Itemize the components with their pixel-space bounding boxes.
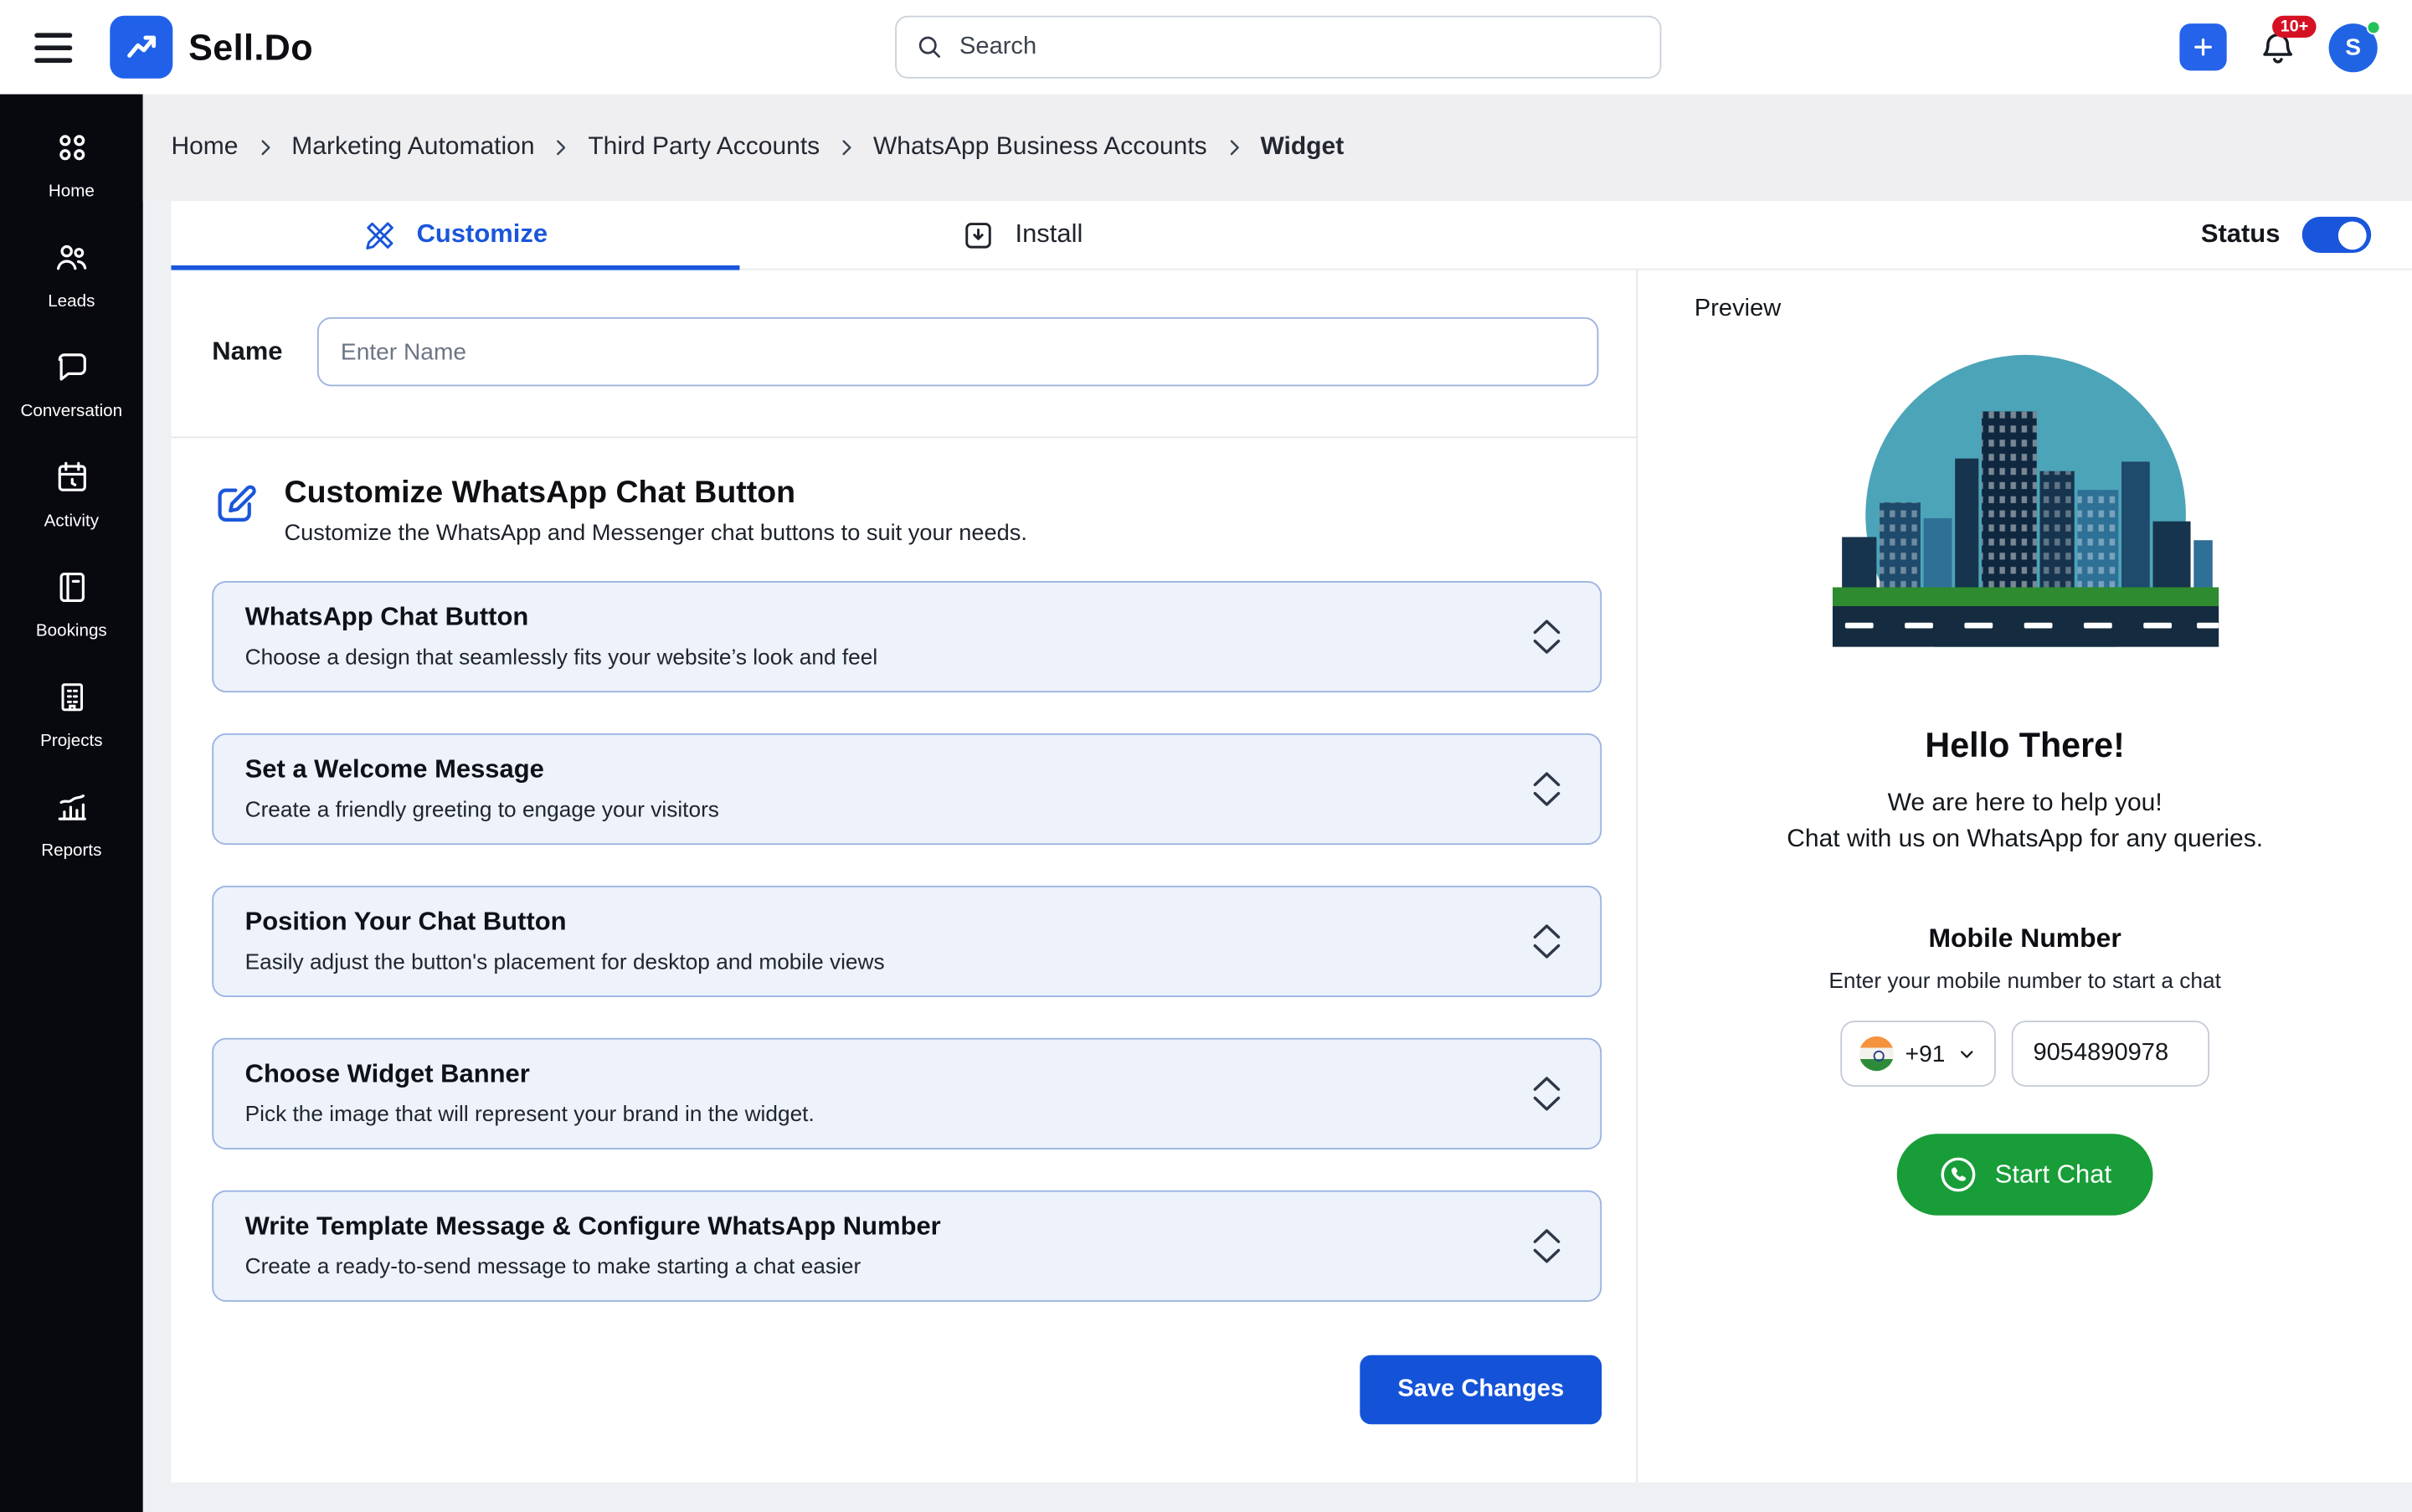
- accordion-expand-collapse-icon[interactable]: [1525, 1224, 1569, 1267]
- hamburger-menu-button[interactable]: [25, 23, 82, 71]
- sidebar-item-home[interactable]: Home: [0, 129, 143, 201]
- tab-bar: Customize Install Status: [171, 201, 2412, 270]
- phone-number-input[interactable]: 9054890978: [2011, 1021, 2209, 1088]
- breadcrumb-home[interactable]: Home: [171, 133, 238, 162]
- accordion-expand-collapse-icon[interactable]: [1525, 615, 1569, 657]
- accordion-template-message[interactable]: Write Template Message & Configure Whats…: [212, 1191, 1602, 1302]
- preview-label: Preview: [1638, 296, 2412, 324]
- accordion-expand-collapse-icon[interactable]: [1525, 919, 1569, 962]
- country-code-select[interactable]: +91: [1841, 1021, 1996, 1088]
- section-subtitle: Customize the WhatsApp and Messenger cha…: [284, 522, 1026, 547]
- search-input[interactable]: [956, 32, 1641, 64]
- conversation-icon: [53, 348, 90, 393]
- activity-icon: [53, 459, 90, 504]
- notification-badge: 10+: [2272, 15, 2316, 38]
- mobile-number-label: Mobile Number: [1638, 924, 2412, 956]
- chevron-right-icon: [836, 136, 857, 158]
- sidebar-item-conversation[interactable]: Conversation: [0, 348, 143, 420]
- chevron-down-icon: [1957, 1044, 1977, 1064]
- search-box: [895, 16, 1661, 79]
- preview-help-line2: Chat with us on WhatsApp for any queries…: [1638, 821, 2412, 857]
- breadcrumb-whatsapp-business-accounts[interactable]: WhatsApp Business Accounts: [873, 133, 1207, 162]
- status-label: Status: [2201, 220, 2281, 250]
- breadcrumb: Home Marketing Automation Third Party Ac…: [143, 95, 2412, 202]
- edit-pencil-icon: [212, 481, 259, 527]
- breadcrumb-third-party-accounts[interactable]: Third Party Accounts: [588, 133, 820, 162]
- online-status-dot: [2367, 19, 2381, 33]
- breadcrumb-widget: Widget: [1260, 133, 1344, 162]
- install-download-icon: [962, 218, 996, 252]
- name-label: Name: [212, 337, 282, 367]
- selldo-logo[interactable]: Sell.Do: [110, 16, 313, 79]
- chevron-right-icon: [550, 136, 572, 158]
- tab-customize[interactable]: Customize: [171, 201, 739, 269]
- start-chat-button[interactable]: Start Chat: [1897, 1134, 2152, 1216]
- sidebar-item-projects[interactable]: Projects: [0, 678, 143, 750]
- preview-panel: Preview: [1638, 270, 2412, 1483]
- save-changes-button[interactable]: Save Changes: [1360, 1355, 1602, 1425]
- country-code-value: +91: [1905, 1041, 1946, 1067]
- chevron-right-icon: [1222, 136, 1244, 158]
- preview-help-line1: We are here to help you!: [1638, 785, 2412, 821]
- avatar-initial: S: [2345, 33, 2361, 60]
- sidebar: Home Leads Conversation: [0, 95, 143, 1512]
- preview-greeting: Hello There!: [1638, 726, 2412, 767]
- sidebar-item-reports[interactable]: Reports: [0, 789, 143, 861]
- tab-install[interactable]: Install: [739, 201, 1304, 269]
- customize-panel: Name Customize WhatsApp Chat Button: [171, 270, 1638, 1483]
- section-title: Customize WhatsApp Chat Button: [284, 476, 1026, 512]
- accordion-welcome-message[interactable]: Set a Welcome Message Create a friendly …: [212, 733, 1602, 845]
- breadcrumb-marketing-automation[interactable]: Marketing Automation: [291, 133, 534, 162]
- accordion-widget-banner[interactable]: Choose Widget Banner Pick the image that…: [212, 1038, 1602, 1149]
- chevron-right-icon: [254, 136, 275, 158]
- top-bar: Sell.Do: [0, 0, 2412, 95]
- sidebar-item-bookings[interactable]: Bookings: [0, 568, 143, 640]
- widget-card: Customize Install Status: [171, 201, 2412, 1483]
- leads-icon: [52, 239, 91, 284]
- sidebar-item-activity[interactable]: Activity: [0, 459, 143, 531]
- search-icon: [916, 33, 944, 61]
- whatsapp-icon: [1938, 1155, 1979, 1196]
- accordion-whatsapp-chat-button[interactable]: WhatsApp Chat Button Choose a design tha…: [212, 581, 1602, 692]
- selldo-logo-icon: [110, 16, 172, 79]
- sidebar-item-leads[interactable]: Leads: [0, 239, 143, 311]
- reports-icon: [53, 789, 90, 834]
- avatar[interactable]: S: [2329, 23, 2378, 71]
- app: Sell.Do: [0, 0, 2412, 1512]
- add-button[interactable]: [2179, 23, 2226, 70]
- bookings-icon: [53, 568, 90, 614]
- accordion-expand-collapse-icon[interactable]: [1525, 767, 1569, 810]
- accordion-expand-collapse-icon[interactable]: [1525, 1072, 1569, 1114]
- logo-text: Sell.Do: [188, 26, 313, 69]
- accordion-position-chat-button[interactable]: Position Your Chat Button Easily adjust …: [212, 886, 1602, 997]
- india-flag-icon: [1859, 1037, 1894, 1072]
- main-area: Home Marketing Automation Third Party Ac…: [143, 95, 2412, 1512]
- home-icon: [53, 129, 90, 174]
- mobile-number-hint: Enter your mobile number to start a chat: [1638, 968, 2412, 993]
- name-input[interactable]: [317, 317, 1599, 387]
- city-illustration: [1638, 352, 2412, 647]
- notifications-button[interactable]: 10+: [2258, 28, 2297, 67]
- status-toggle[interactable]: [2302, 217, 2372, 253]
- customize-tools-icon: [363, 218, 398, 252]
- projects-icon: [53, 678, 90, 723]
